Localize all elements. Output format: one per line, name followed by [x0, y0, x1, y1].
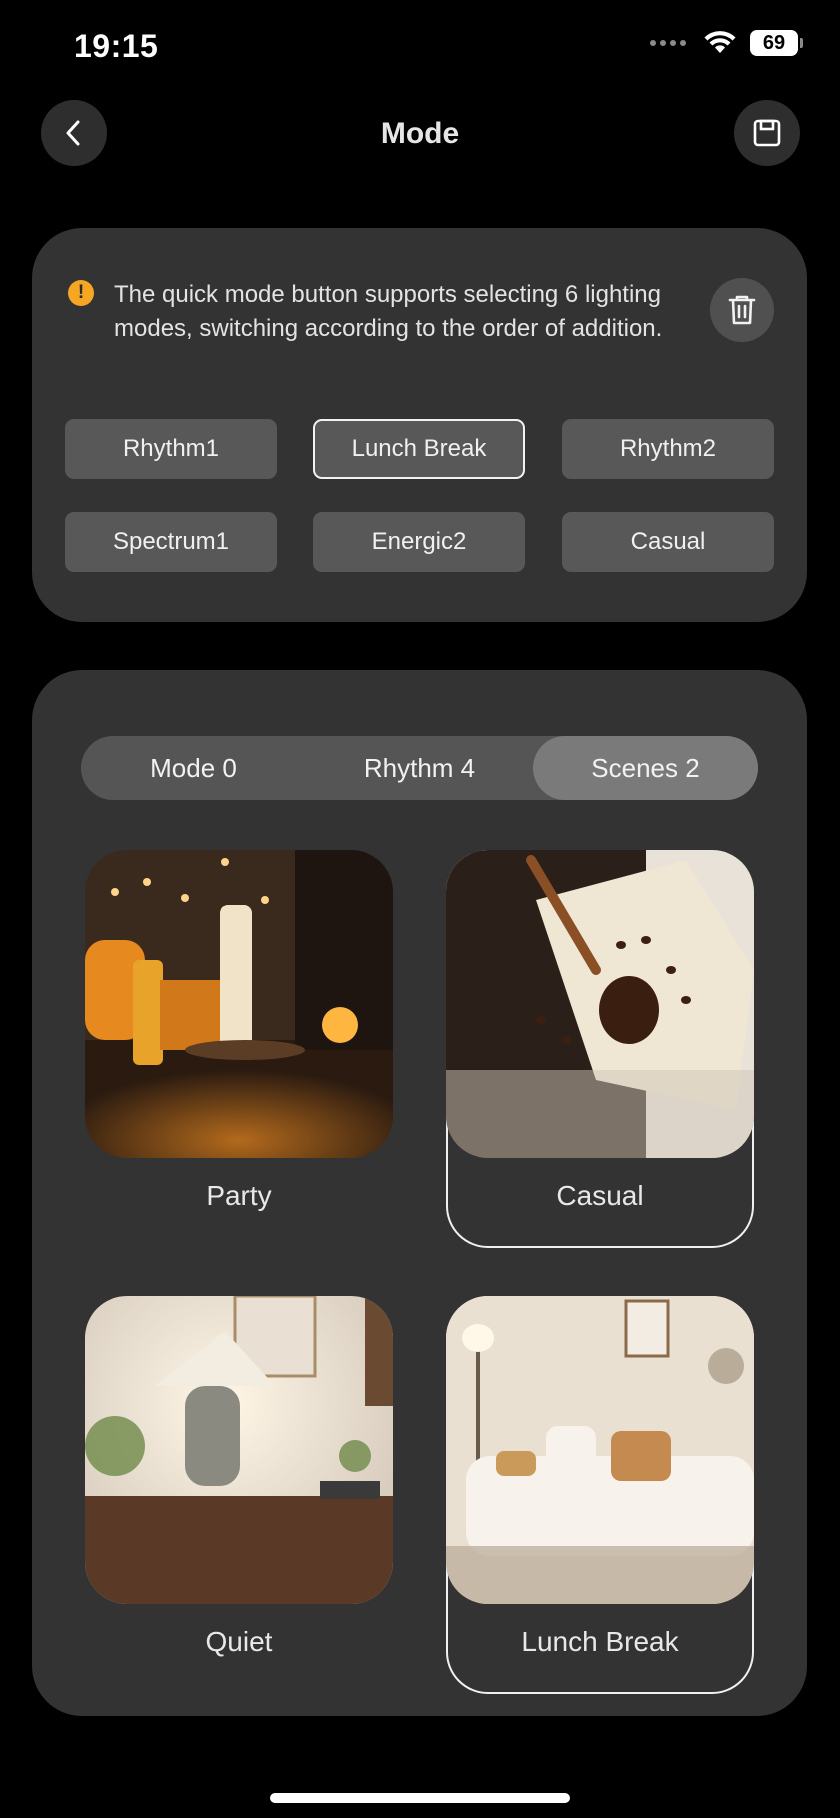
scene-label-party: Party — [206, 1180, 272, 1211]
page-title: Mode — [380, 117, 460, 150]
quick-chip-energic2[interactable]: Energic2 — [313, 512, 525, 572]
quick-mode-notice: The quick mode button supports selecting… — [114, 281, 663, 342]
status-bar: 19:15 69 — [0, 0, 840, 90]
status-time: 19:15 — [74, 28, 159, 64]
modes-card: Mode 0 Rhythm 4 Scenes 2 Party Casual Qu… — [32, 670, 807, 1716]
scene-quiet[interactable]: Quiet — [85, 1296, 393, 1658]
delete-button[interactable] — [710, 278, 774, 342]
tab-scenes[interactable]: Scenes 2 — [533, 736, 758, 800]
scene-lunch-break[interactable]: Lunch Break — [445, 1295, 754, 1694]
quick-mode-card: ! The quick mode button supports selecti… — [32, 228, 807, 622]
tab-mode[interactable]: Mode 0 — [81, 736, 306, 800]
nav-bar: Mode — [0, 100, 840, 170]
scene-label-lunch-break: Lunch Break — [521, 1625, 679, 1657]
quick-chip-rhythm2[interactable]: Rhythm2 — [562, 419, 774, 479]
mode-tabs: Mode 0 Rhythm 4 Scenes 2 — [81, 736, 758, 800]
quick-chip-rhythm1[interactable]: Rhythm1 — [65, 419, 277, 479]
info-icon: ! — [68, 280, 94, 306]
save-button[interactable] — [734, 100, 800, 166]
scene-label-casual: Casual — [556, 1179, 644, 1211]
trash-icon — [728, 295, 756, 325]
scene-image-casual — [445, 849, 754, 1158]
scene-image-party — [85, 850, 393, 1158]
quick-chip-casual[interactable]: Casual — [562, 512, 774, 572]
cellular-signal-icon — [650, 40, 686, 46]
wifi-icon — [704, 31, 736, 53]
home-indicator[interactable] — [270, 1793, 570, 1803]
status-icons: 69 — [650, 30, 803, 56]
battery-indicator: 69 — [750, 30, 803, 56]
quick-chip-spectrum1[interactable]: Spectrum1 — [65, 512, 277, 572]
quick-chip-lunch-break[interactable]: Lunch Break — [313, 419, 525, 479]
tab-rhythm[interactable]: Rhythm 4 — [307, 736, 532, 800]
scene-party[interactable]: Party — [85, 850, 393, 1212]
scene-label-quiet: Quiet — [205, 1626, 273, 1657]
scene-image-lunch-break — [445, 1295, 754, 1604]
scene-casual[interactable]: Casual — [445, 849, 754, 1248]
scene-image-quiet — [85, 1296, 393, 1604]
save-icon — [753, 119, 781, 147]
